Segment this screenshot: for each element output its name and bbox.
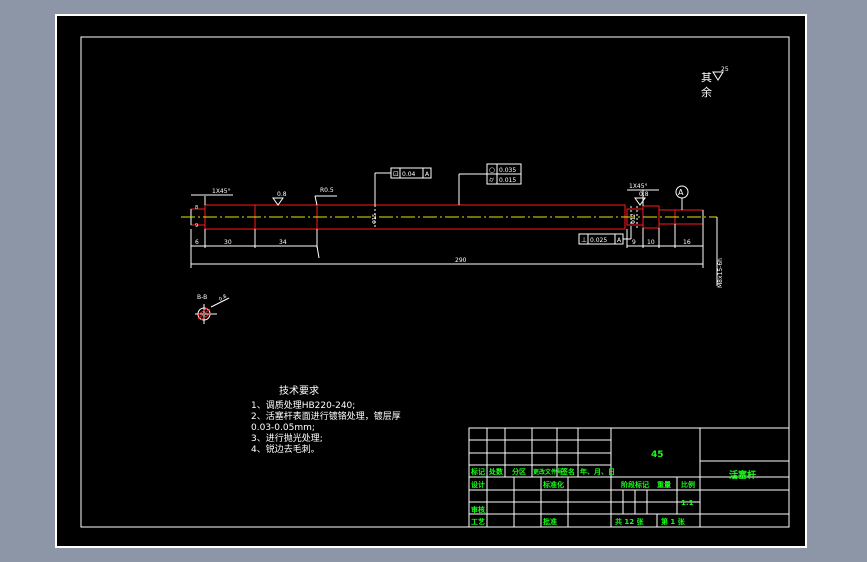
roughness-left-symbol bbox=[272, 197, 284, 206]
svg-text:0.025: 0.025 bbox=[590, 237, 607, 244]
dim-34: 34 bbox=[279, 239, 287, 246]
svg-text:0.035: 0.035 bbox=[499, 167, 516, 174]
technical-requirements: 技术要求 1、调质处理HB220-240; 2、活塞杆表面进行镀铬处理，镀层厚 … bbox=[251, 384, 401, 455]
cad-drawing: 其 余 25 1X45° 0.8 R0.5 ⊡ 0.04 A ○ 0.035 ⌭… bbox=[80, 36, 790, 528]
dim-10: 10 bbox=[647, 239, 655, 246]
tb-standard: 标准化 bbox=[542, 480, 564, 489]
radius-label: R0.5 bbox=[320, 187, 334, 194]
tb-designer: 设计 bbox=[471, 480, 485, 489]
tb-h-sign: 签名 bbox=[560, 467, 575, 476]
dim-30: 30 bbox=[224, 239, 232, 246]
dim-290: 290 bbox=[455, 257, 467, 264]
tb-approve: 批准 bbox=[543, 517, 557, 526]
gdt-frame-top-right: ○ 0.035 ⌭ 0.015 bbox=[458, 163, 522, 205]
dim-9: 9 bbox=[632, 239, 636, 246]
dim-16: 16 bbox=[683, 239, 691, 246]
datum-a-label: A bbox=[678, 188, 684, 197]
dia-groove: Φ12 bbox=[631, 214, 637, 224]
notes-line1: 1、调质处理HB220-240; bbox=[251, 399, 355, 411]
surface-note-line1: 其 bbox=[701, 71, 712, 84]
drawing-sheet: 其 余 25 1X45° 0.8 R0.5 ⊡ 0.04 A ○ 0.035 ⌭… bbox=[55, 14, 807, 548]
tb-process: 工艺 bbox=[471, 517, 485, 526]
surface-note-roughness: 25 bbox=[721, 66, 729, 73]
section-view-b-b: B-B 0.8 bbox=[195, 294, 230, 324]
svg-text:A: A bbox=[617, 237, 622, 244]
dia-left-big: 9 bbox=[195, 223, 198, 229]
svg-text:0.04: 0.04 bbox=[402, 171, 416, 178]
svg-text:0.015: 0.015 bbox=[499, 177, 516, 184]
tb-stage-mark: 阶段标记 bbox=[621, 480, 649, 489]
roughness-left-label: 0.8 bbox=[277, 191, 287, 198]
svg-text:0.8: 0.8 bbox=[218, 294, 228, 303]
dim-6: 6 bbox=[195, 239, 199, 246]
chamfer-left-label: 1X45° bbox=[212, 188, 231, 195]
tb-h-zone: 分区 bbox=[512, 467, 526, 476]
svg-text:○: ○ bbox=[489, 166, 495, 174]
svg-text:⌭: ⌭ bbox=[489, 176, 494, 184]
notes-line4: 3、进行抛光处理; bbox=[251, 432, 323, 444]
gdt-frame-top-left: ⊡ 0.04 A bbox=[374, 167, 432, 205]
tb-h-change: 更改文件号 bbox=[533, 468, 563, 476]
dia-right: M8x15-6h bbox=[717, 258, 724, 288]
inner-frame bbox=[80, 36, 790, 528]
notes-line5: 4、锐边去毛刺。 bbox=[251, 443, 320, 455]
tb-weight: 重量 bbox=[657, 480, 671, 489]
notes-line3: 0.03-0.05mm; bbox=[251, 423, 315, 433]
dia-shaft: Φ15 bbox=[372, 214, 378, 224]
svg-text:⊡: ⊡ bbox=[393, 170, 399, 178]
tb-material: 45 bbox=[651, 450, 664, 460]
notes-title: 技术要求 bbox=[279, 384, 319, 397]
tb-review: 审核 bbox=[471, 505, 485, 514]
svg-text:A: A bbox=[425, 171, 430, 178]
tb-part-name: 活塞杆 bbox=[729, 469, 756, 481]
svg-text:⊥: ⊥ bbox=[581, 236, 587, 244]
bottom-dimensions bbox=[190, 224, 704, 268]
gdt-frame-bottom: ⊥ 0.025 A bbox=[578, 228, 632, 245]
chamfer-right-label: 1X45° bbox=[629, 183, 648, 190]
surface-note-line2: 余 bbox=[701, 85, 712, 99]
tb-scale: 比例 bbox=[681, 480, 695, 489]
tb-h-date: 年、月、日 bbox=[580, 467, 615, 476]
svg-text:B-B: B-B bbox=[197, 294, 207, 301]
tb-scale-value: 1:1 bbox=[681, 499, 694, 507]
tb-total-sheets: 共 12 张 bbox=[615, 517, 645, 526]
dia-left-small: 8 bbox=[195, 205, 198, 211]
tb-h-mark: 标记 bbox=[470, 467, 485, 476]
roughness-right-label: 0.8 bbox=[639, 191, 649, 198]
notes-line2: 2、活塞杆表面进行镀铬处理，镀层厚 bbox=[251, 410, 401, 422]
tb-sheet-no: 第 1 张 bbox=[661, 517, 686, 526]
roughness-symbol bbox=[712, 71, 724, 81]
tb-h-count: 处数 bbox=[488, 467, 504, 476]
